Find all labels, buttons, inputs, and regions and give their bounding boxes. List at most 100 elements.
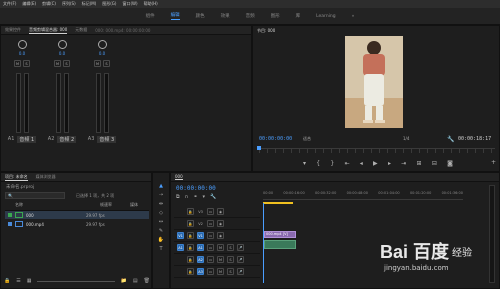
step-forward-icon[interactable]: ▸ (388, 160, 391, 167)
microphone-icon[interactable]: 🎤 (237, 256, 244, 263)
icon-view-icon[interactable]: ▦ (27, 278, 32, 284)
volume-fader[interactable] (95, 73, 101, 133)
program-scrubber[interactable] (259, 148, 495, 153)
track-name[interactable]: A1 (197, 244, 204, 251)
step-back-icon[interactable]: ◂ (360, 160, 363, 167)
new-bin-icon[interactable]: 📁 (121, 278, 127, 284)
tab-effect-controls[interactable]: 效果控件 (5, 27, 21, 33)
channel-name[interactable]: 音频 3 (97, 136, 117, 143)
program-timecode[interactable]: 00:00:00:00 (259, 136, 292, 142)
pan-knob-icon[interactable] (17, 40, 27, 49)
track-name[interactable]: V2 (197, 220, 204, 227)
video-clip[interactable]: 000.mp4 [V] (264, 231, 296, 238)
volume-fader[interactable] (55, 73, 61, 133)
mark-out-icon[interactable]: } (330, 160, 334, 167)
playhead-marker[interactable] (257, 146, 261, 150)
mute-button[interactable]: M (14, 60, 21, 67)
razor-tool-icon[interactable]: ◇ (157, 209, 165, 217)
menu-item[interactable]: 图形(G) (102, 1, 116, 7)
track-lock-icon[interactable]: 🔒 (187, 220, 194, 227)
eye-icon[interactable]: ◉ (217, 220, 224, 227)
timeline-ruler[interactable]: 00:00 00:00:16:00 00:00:32:00 00:00:48:0… (263, 191, 463, 200)
menu-item[interactable]: 标记(M) (82, 1, 97, 7)
add-marker-icon[interactable]: ▾ (303, 160, 306, 167)
track-lock-icon[interactable]: 🔒 (187, 232, 194, 239)
mute-button[interactable]: M (54, 60, 61, 67)
tab-project[interactable]: 项目: 未命名 (5, 174, 28, 181)
volume-fader[interactable] (15, 73, 21, 133)
project-list-item[interactable]: 000 29.97 fps (5, 211, 149, 219)
linked-selection-icon[interactable]: ⚭ (193, 194, 197, 200)
solo-button[interactable]: S (63, 60, 70, 67)
column-fps[interactable]: 帧速率 (100, 202, 130, 210)
workspace-tab[interactable]: 颜色 (196, 13, 205, 19)
list-view-icon[interactable]: ☰ (16, 278, 20, 284)
export-frame-icon[interactable]: ◙ (447, 160, 453, 167)
lock-icon[interactable]: 🔒 (4, 278, 10, 284)
solo-button[interactable]: S (103, 60, 110, 67)
menu-item[interactable]: 帮助(H) (144, 1, 158, 7)
mute-button[interactable]: M (217, 244, 224, 251)
trash-icon[interactable]: 🗑 (144, 278, 150, 284)
tab-audio-mixer[interactable]: 音频剪辑混合器: 000 (29, 27, 68, 34)
add-marker-icon[interactable]: ▾ (202, 194, 205, 200)
solo-button[interactable]: S (227, 268, 234, 275)
menu-item[interactable]: 剪辑(C) (42, 1, 56, 7)
menu-item[interactable]: 文件(F) (3, 1, 16, 7)
source-patch-a1[interactable]: A1 (177, 244, 184, 251)
mute-button[interactable]: M (217, 256, 224, 263)
sync-lock-icon[interactable]: ▭ (207, 220, 214, 227)
type-tool-icon[interactable]: T (157, 245, 165, 253)
sync-lock-icon[interactable]: ▭ (207, 244, 214, 251)
workspace-tab[interactable]: 组件 (146, 13, 155, 19)
pan-value[interactable]: 0.0 (7, 51, 37, 56)
track-lock-icon[interactable]: 🔒 (187, 268, 194, 275)
project-search-input[interactable]: 🔍 (5, 192, 65, 199)
hand-tool-icon[interactable]: ✋ (157, 236, 165, 244)
microphone-icon[interactable]: 🎤 (237, 244, 244, 251)
insert-icon[interactable]: ⊞ (417, 160, 422, 167)
mute-button[interactable]: M (94, 60, 101, 67)
fit-dropdown[interactable]: 适合 (303, 136, 311, 142)
go-to-out-icon[interactable]: ⇥ (401, 160, 406, 167)
workspace-tab[interactable]: 效果 (221, 13, 230, 19)
slip-tool-icon[interactable]: ↔ (157, 218, 165, 226)
pan-value[interactable]: 0.0 (47, 51, 77, 56)
work-area-bar[interactable] (263, 202, 293, 204)
play-icon[interactable]: ▶ (373, 160, 378, 167)
track-lock-icon[interactable]: 🔒 (187, 244, 194, 251)
wrench-icon[interactable]: 🔧 (447, 136, 454, 143)
sync-lock-icon[interactable]: ▭ (207, 268, 214, 275)
solo-button[interactable]: S (23, 60, 30, 67)
new-item-icon[interactable]: ▤ (133, 278, 138, 284)
overwrite-icon[interactable]: ⊟ (432, 160, 437, 167)
column-name[interactable]: 名称 (5, 202, 100, 210)
microphone-icon[interactable]: 🎤 (237, 268, 244, 275)
sync-lock-icon[interactable]: ▭ (207, 232, 214, 239)
menu-item[interactable]: 窗口(W) (122, 1, 137, 7)
program-title[interactable]: 节目: 000 (257, 28, 275, 34)
track-lock-icon[interactable]: 🔒 (187, 256, 194, 263)
column-media[interactable]: 媒体 (130, 202, 138, 210)
workspace-tab[interactable]: 库 (296, 13, 301, 19)
track-name[interactable]: V1 (197, 232, 204, 239)
track-lock-icon[interactable]: 🔒 (187, 208, 194, 215)
channel-name[interactable]: 音频 1 (17, 136, 37, 143)
audio-clip[interactable] (264, 240, 296, 249)
source-patch-v1[interactable]: V1 (177, 232, 184, 239)
eye-icon[interactable]: ◉ (217, 232, 224, 239)
sync-lock-icon[interactable]: ▭ (207, 256, 214, 263)
track-select-tool-icon[interactable]: ⇢ (157, 191, 165, 199)
solo-button[interactable]: S (227, 244, 234, 251)
quality-dropdown[interactable]: 1/4 (403, 136, 409, 141)
tab-media-browser[interactable]: 媒体浏览器 (36, 174, 56, 180)
ripple-edit-tool-icon[interactable]: ⇹ (157, 200, 165, 208)
pan-knob-icon[interactable] (97, 40, 107, 49)
channel-name[interactable]: 音频 2 (57, 136, 77, 143)
tab-metadata[interactable]: 元数据 (75, 27, 87, 33)
timeline-playhead[interactable] (263, 203, 264, 283)
pen-tool-icon[interactable]: ✎ (157, 227, 165, 235)
eye-icon[interactable]: ◉ (217, 208, 224, 215)
mute-button[interactable]: M (217, 268, 224, 275)
solo-button[interactable]: S (227, 256, 234, 263)
